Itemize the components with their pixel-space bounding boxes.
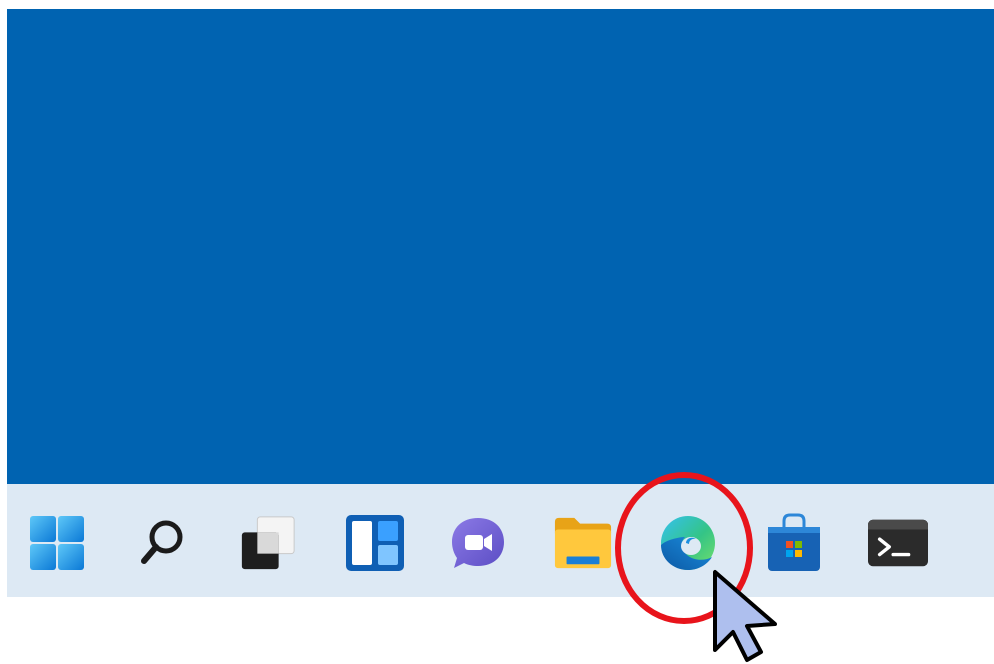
widgets-icon [346,515,404,571]
search-icon [141,520,183,564]
search-button[interactable] [132,513,192,573]
windows-start-icon [30,516,84,570]
microsoft-store-icon [768,513,820,571]
terminal-icon [868,519,928,567]
start-button[interactable] [27,513,87,573]
terminal-button[interactable] [868,513,928,573]
file-explorer-button[interactable] [553,513,613,573]
teams-chat-icon [452,518,504,568]
widgets-button[interactable] [345,513,405,573]
edge-browser-button[interactable] [658,513,718,573]
task-view-button[interactable] [238,513,298,573]
desktop-background [7,9,994,484]
folder-icon [554,517,612,569]
edge-browser-icon [661,516,715,570]
task-view-icon [241,516,295,570]
chat-button[interactable] [448,513,508,573]
microsoft-store-button[interactable] [764,513,824,573]
